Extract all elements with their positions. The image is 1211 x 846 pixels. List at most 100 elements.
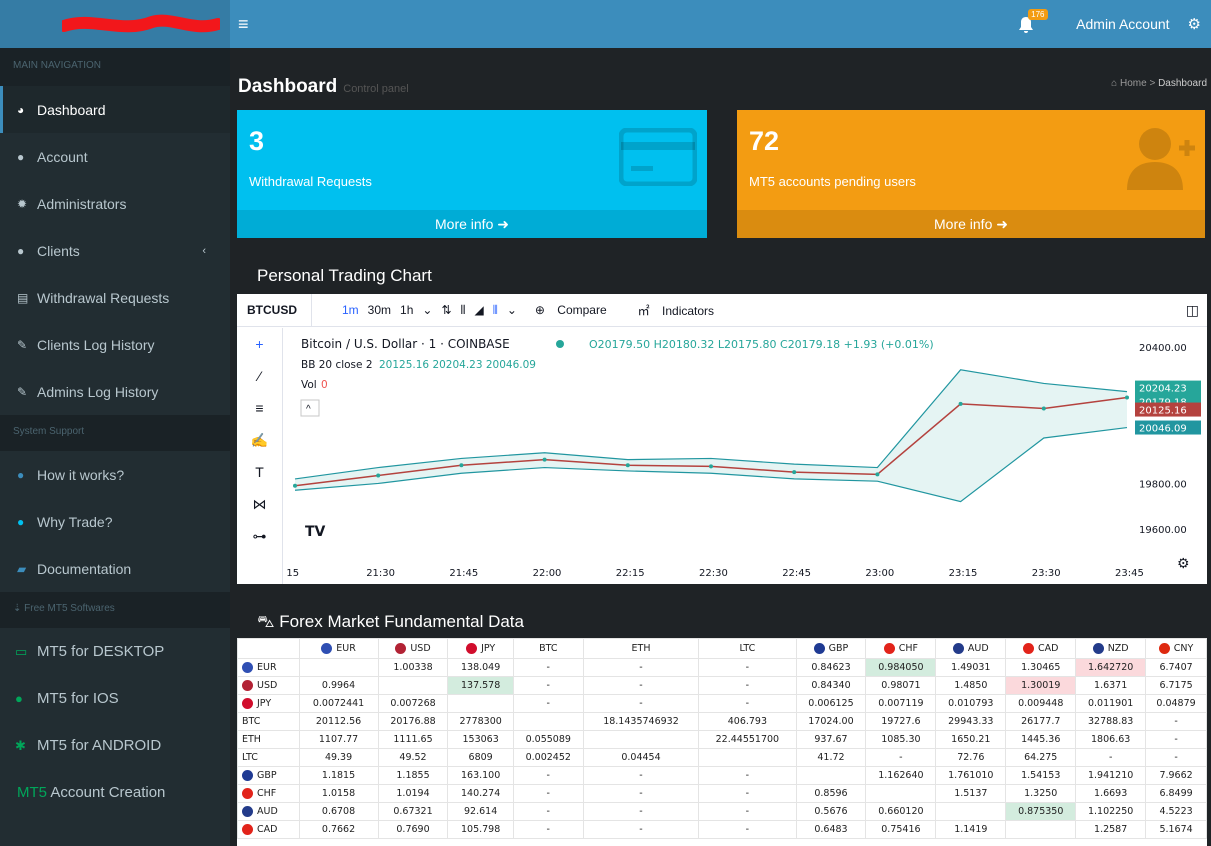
bar-type-icon[interactable]: ⇅: [441, 303, 451, 317]
candles-icon[interactable]: ⫴: [461, 303, 466, 318]
sidebar-item-mt5-android[interactable]: ✱ MT5 for ANDROID: [0, 722, 230, 769]
forex-table-container: EUR USD JPY BTC ETH LTC GBP CHF AUD CAD NZD CNY EUR…: [237, 638, 1207, 846]
chart-toolbar: BTCUSD 1m 30m 1h ⌄ ⇅ ⫴ ◢ ⫴ ⌄ ⊕ Compare ㎡…: [237, 294, 1207, 327]
table-cell: 1.49031: [935, 658, 1007, 677]
sidebar-item-clients[interactable]: ● Clients ‹: [0, 227, 230, 274]
sidebar-item-mt5-ios[interactable]: ● MT5 for IOS: [0, 675, 230, 722]
table-cell: 0.007268: [377, 694, 449, 713]
table-cell: 0.7662: [298, 820, 379, 839]
sidebar-item-dashboard[interactable]: ◕ Dashboard: [0, 86, 230, 133]
indicators-button[interactable]: ㎡ Indicators: [629, 302, 714, 319]
sidebar-item-clients-log-history[interactable]: ✎ Clients Log History: [0, 321, 230, 368]
table-cell: 1.5137: [935, 784, 1007, 803]
data-point: [625, 463, 630, 468]
chevron-down-icon[interactable]: ⌄: [507, 303, 517, 317]
row-header: BTC: [237, 712, 300, 731]
interval-30m[interactable]: 30m: [368, 303, 391, 317]
brush-icon[interactable]: ✍: [237, 424, 282, 456]
sidebar-item-how-it-works[interactable]: ● How it works?: [0, 451, 230, 498]
fib-retracement-icon[interactable]: ≡: [237, 392, 282, 424]
measure-icon[interactable]: ⊶: [237, 520, 282, 552]
chart-legend-title: Bitcoin / U.S. Dollar · 1 · COINBASE: [301, 337, 510, 351]
trend-line-icon[interactable]: ⁄: [237, 360, 282, 392]
bb-label: BB 20 close 2: [301, 359, 373, 371]
camera-icon[interactable]: ◫: [1186, 302, 1199, 319]
table-cell: 937.67: [795, 730, 867, 749]
interval-1m[interactable]: 1m: [342, 303, 359, 317]
forex-title: ⛍ Forex Market Fundamental Data: [257, 612, 524, 631]
withdrawal-more-info-link[interactable]: More info ➜: [237, 210, 707, 238]
nzd-flag-icon: [1092, 643, 1104, 654]
pending-users-more-info-link[interactable]: More info ➜: [737, 210, 1205, 238]
credit-card-icon: [619, 128, 697, 186]
sidebar-item-why-trade[interactable]: ● Why Trade?: [0, 498, 230, 545]
eur-flag-icon: [242, 662, 253, 673]
table-cell: [795, 766, 867, 785]
column-header-usd: USD: [377, 638, 449, 659]
interval-1h[interactable]: 1h: [400, 303, 413, 317]
table-cell: 0.98071: [865, 676, 937, 695]
table-cell: [698, 748, 797, 767]
table-cell: 19727.6: [865, 712, 937, 731]
table-row: CHF 1.0158 1.0194 140.274- - -0.8596 1.5137 1.3…: [237, 784, 1207, 803]
candlestick-icon[interactable]: ⫴: [493, 303, 498, 318]
user-menu[interactable]: Admin Account: [1076, 16, 1169, 32]
settings-gear-icon[interactable]: ⚙: [1177, 555, 1190, 571]
table-cell: -: [512, 694, 584, 713]
withdrawal-count: 3: [249, 126, 265, 156]
eur-flag-icon: [321, 643, 333, 654]
table-cell: 0.010793: [935, 694, 1007, 713]
table-cell: -: [698, 658, 797, 677]
notifications-bell-icon[interactable]: 176: [1018, 9, 1048, 36]
table-cell: -: [698, 694, 797, 713]
table-cell: 140.274: [447, 784, 514, 803]
table-cell: 0.04454: [582, 748, 700, 767]
table-cell: 0.84340: [795, 676, 867, 695]
chf-flag-icon: [883, 643, 895, 654]
crosshair-icon[interactable]: +: [237, 328, 282, 360]
price-chart[interactable]: :15 21:30 21:45 22:00 22:15 22:30 22:45 23:00 23…: [287, 328, 1207, 584]
sidebar-item-administrators[interactable]: ✹ Administrators: [0, 180, 230, 227]
sidebar-item-documentation[interactable]: ▰ Documentation: [0, 545, 230, 592]
tradingview-logo: TV: [305, 524, 326, 540]
sidebar-item-withdrawal-requests[interactable]: ▤ Withdrawal Requests: [0, 274, 230, 321]
sidebar-item-account[interactable]: ● Account: [0, 133, 230, 180]
breadcrumb-current: Dashboard: [1158, 78, 1207, 89]
area-chart-icon[interactable]: ◢: [475, 303, 484, 317]
page-title: Dashboard Control panel: [238, 76, 409, 97]
price-label: 20046.09: [1139, 424, 1187, 435]
sidebar-item-mt5-desktop[interactable]: ▭ MT5 for DESKTOP: [0, 628, 230, 675]
table-cell: 163.100: [447, 766, 514, 785]
pending-users-label: MT5 accounts pending users: [749, 174, 916, 189]
sidebar-item-mt5-account-creation[interactable]: MT5 Account Creation: [0, 769, 230, 816]
pending-users-box: 72 MT5 accounts pending users More info …: [737, 110, 1205, 238]
symbol-selector[interactable]: BTCUSD: [237, 294, 312, 326]
table-cell: 153063: [447, 730, 514, 749]
table-cell: 1.642720: [1075, 658, 1147, 677]
data-point: [1041, 406, 1046, 411]
table-cell: 0.984050: [865, 658, 937, 677]
compare-button[interactable]: ⊕ Compare: [526, 303, 607, 317]
usd-flag-icon: [395, 643, 407, 654]
table-cell: 1.6693: [1075, 784, 1147, 803]
logo[interactable]: [0, 0, 230, 48]
text-tool-icon[interactable]: T: [237, 456, 282, 488]
chevron-left-icon: ‹: [202, 244, 206, 257]
data-point: [459, 463, 464, 468]
vol-value: 0: [321, 379, 328, 391]
home-icon: ⌂: [1111, 78, 1120, 89]
desktop-icon: ▭: [15, 643, 28, 659]
pattern-icon[interactable]: ⋈: [237, 488, 282, 520]
menu-toggle-icon[interactable]: ≡: [238, 14, 249, 35]
chevron-down-icon[interactable]: ⌄: [422, 303, 432, 317]
trading-chart-widget[interactable]: BTCUSD 1m 30m 1h ⌄ ⇅ ⫴ ◢ ⫴ ⌄ ⊕ Compare ㎡…: [237, 294, 1207, 584]
row-header: CAD: [237, 820, 300, 839]
sidebar-item-admins-log-history[interactable]: ✎ Admins Log History: [0, 368, 230, 415]
settings-gears-icon[interactable]: ⚙: [1188, 15, 1201, 33]
table-cell: 7.9662: [1145, 766, 1207, 785]
table-corner: [237, 638, 300, 659]
edit-icon: ✎: [17, 384, 28, 399]
table-cell: 0.009448: [1005, 694, 1077, 713]
breadcrumb-home[interactable]: Home: [1120, 78, 1147, 89]
top-navbar: ≡ 176 Admin Account ⚙: [0, 0, 1211, 48]
